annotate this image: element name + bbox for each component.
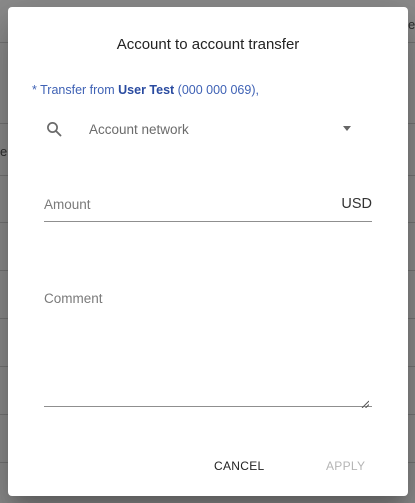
transfer-from-prefix: * Transfer from bbox=[32, 83, 119, 97]
chevron-down-icon[interactable] bbox=[343, 126, 351, 131]
resize-handle-icon[interactable] bbox=[361, 395, 370, 409]
transfer-dialog: Account to account transfer * Transfer f… bbox=[8, 7, 408, 496]
search-icon bbox=[46, 121, 62, 137]
amount-label: Amount bbox=[44, 197, 91, 212]
cancel-button[interactable]: CANCEL bbox=[206, 451, 272, 481]
comment-label: Comment bbox=[44, 291, 103, 306]
apply-button[interactable]: APPLY bbox=[318, 451, 373, 481]
currency-suffix: USD bbox=[341, 196, 372, 212]
amount-field[interactable]: Amount USD bbox=[44, 193, 372, 222]
account-network-select[interactable]: Account network bbox=[44, 115, 364, 143]
transfer-user-name: User Test bbox=[118, 83, 175, 97]
transfer-account-number: (000 000 069), bbox=[174, 83, 259, 97]
comment-field[interactable]: Comment bbox=[44, 287, 372, 409]
account-network-placeholder: Account network bbox=[89, 122, 189, 137]
transfer-from-info: * Transfer from User Test (000 000 069), bbox=[32, 83, 259, 97]
dialog-title: Account to account transfer bbox=[116, 36, 300, 53]
